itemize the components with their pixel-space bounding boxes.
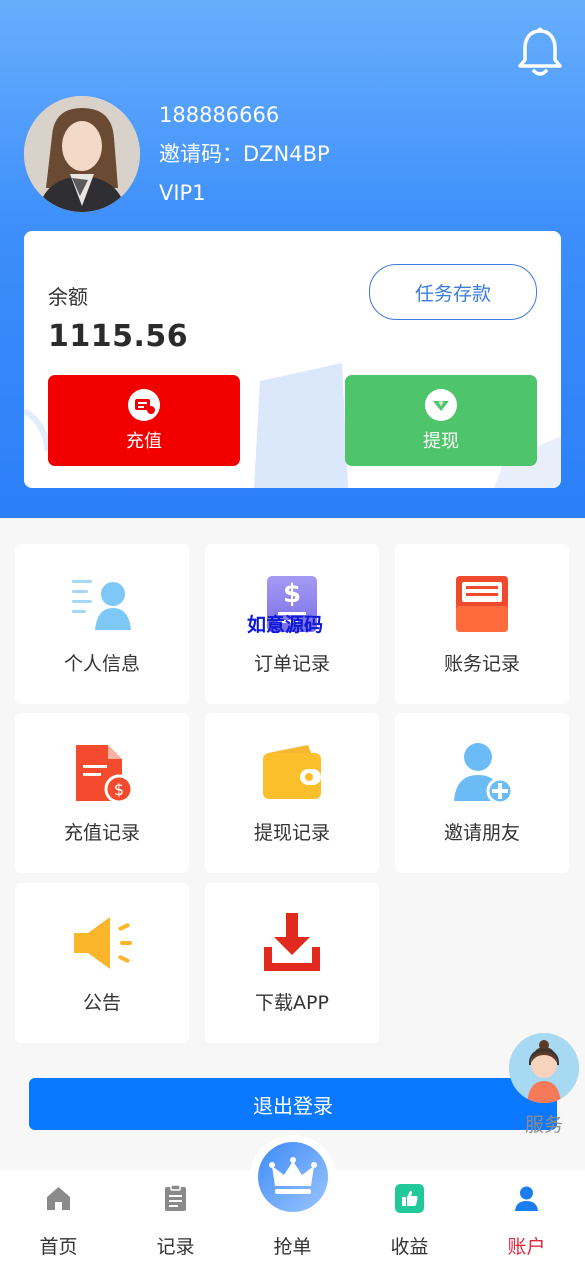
avatar-photo bbox=[24, 96, 140, 212]
crown-icon bbox=[269, 1157, 317, 1194]
menu-recharge-records[interactable]: $ 充值记录 bbox=[15, 713, 189, 873]
customer-service-button[interactable] bbox=[509, 1033, 579, 1103]
balance-label: 余额 bbox=[48, 285, 88, 309]
tab-records[interactable]: 记录 bbox=[117, 1170, 234, 1263]
menu-announcements[interactable]: 公告 bbox=[15, 883, 189, 1043]
tab-account[interactable]: 账户 bbox=[468, 1170, 585, 1263]
tab-earnings[interactable]: 收益 bbox=[351, 1170, 468, 1263]
svg-text:$: $ bbox=[283, 579, 301, 609]
task-deposit-button[interactable]: 任务存款 bbox=[369, 264, 537, 320]
thumbs-up-icon bbox=[395, 1184, 424, 1213]
menu-label: 个人信息 bbox=[63, 653, 140, 675]
menu-withdraw-records[interactable]: 提现记录 bbox=[205, 713, 379, 873]
invite-friend-icon bbox=[454, 743, 514, 805]
menu-invite-friends[interactable]: 邀请朋友 bbox=[395, 713, 569, 873]
clipboard-icon bbox=[165, 1184, 186, 1211]
invite-code: 邀请码：DZN4BP bbox=[159, 142, 330, 166]
balance-card: 余额 1115.56 任务存款 充值 ¥ 提现 bbox=[24, 231, 561, 488]
tab-label-active: 账户 bbox=[507, 1236, 546, 1258]
recharge-label: 充值 bbox=[126, 431, 162, 452]
user-info: 188886666 邀请码：DZN4BP VIP1 bbox=[159, 96, 330, 213]
wallet-icon bbox=[263, 745, 321, 799]
avatar[interactable] bbox=[24, 96, 140, 212]
tab-home[interactable]: 首页 bbox=[0, 1170, 117, 1263]
watermark-text: 如意源码 bbox=[247, 614, 324, 636]
menu-label: 下载APP bbox=[255, 992, 329, 1014]
menu-label: 公告 bbox=[82, 992, 121, 1014]
service-label[interactable]: 服务 bbox=[509, 1110, 579, 1137]
headset-agent-icon bbox=[509, 1033, 579, 1103]
tab-label: 首页 bbox=[39, 1236, 78, 1258]
withdraw-label: 提现 bbox=[423, 431, 459, 452]
recharge-icon bbox=[128, 389, 160, 421]
vip-level: VIP1 bbox=[159, 181, 206, 205]
tab-label: 收益 bbox=[390, 1236, 429, 1258]
svg-text:$: $ bbox=[114, 780, 124, 799]
menu-order-records[interactable]: $ 如意源码 订单记录 bbox=[205, 544, 379, 704]
download-icon bbox=[264, 913, 320, 971]
menu-ledger-records[interactable]: 账务记录 bbox=[395, 544, 569, 704]
svg-text:¥: ¥ bbox=[438, 399, 444, 409]
account-header: 188886666 邀请码：DZN4BP VIP1 余额 1115.56 任务存… bbox=[0, 0, 585, 518]
balance-value: 1115.56 bbox=[48, 319, 189, 354]
tab-label: 记录 bbox=[156, 1236, 195, 1258]
recharge-record-icon: $ bbox=[76, 745, 134, 804]
grab-order-button[interactable] bbox=[258, 1142, 328, 1212]
menu-personal-info[interactable]: 个人信息 bbox=[15, 544, 189, 704]
megaphone-icon bbox=[74, 917, 132, 969]
bell-icon[interactable] bbox=[515, 26, 565, 78]
logout-button[interactable]: 退出登录 bbox=[29, 1078, 557, 1130]
withdraw-button[interactable]: ¥ 提现 bbox=[345, 375, 537, 466]
menu-download-app[interactable]: 下载APP bbox=[205, 883, 379, 1043]
menu-label: 账务记录 bbox=[443, 653, 520, 675]
yen-coin-icon: ¥ bbox=[425, 389, 457, 421]
menu-label: 提现记录 bbox=[253, 822, 330, 844]
menu-label: 订单记录 bbox=[253, 653, 330, 675]
home-icon bbox=[47, 1187, 70, 1210]
ledger-icon bbox=[456, 576, 508, 632]
user-info-icon bbox=[72, 580, 131, 630]
user-phone: 188886666 bbox=[159, 103, 280, 127]
menu-label: 邀请朋友 bbox=[443, 822, 520, 844]
recharge-button[interactable]: 充值 bbox=[48, 375, 240, 466]
menu-label: 充值记录 bbox=[63, 822, 140, 844]
person-icon bbox=[515, 1186, 538, 1211]
tab-label: 抢单 bbox=[273, 1236, 312, 1258]
